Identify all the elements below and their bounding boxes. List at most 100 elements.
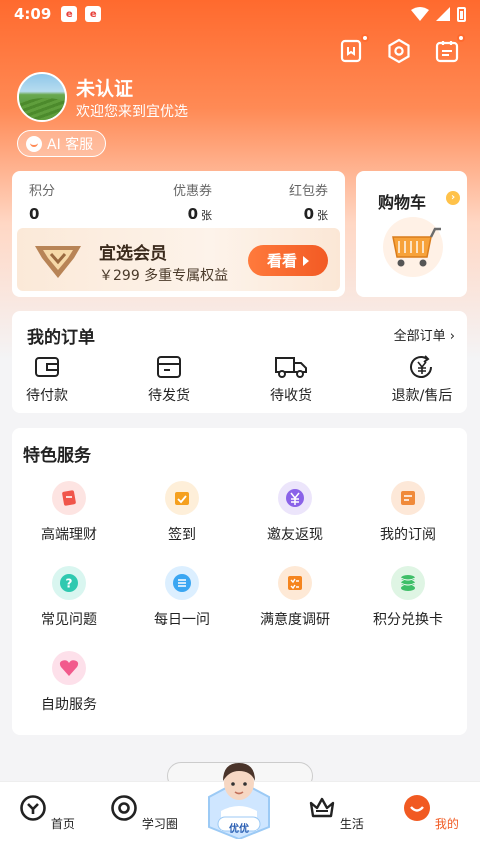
service-label: 自助服务: [41, 697, 97, 713]
profile-icon: [404, 795, 431, 821]
order-pending-payment[interactable]: 待付款: [7, 355, 87, 405]
message-icon[interactable]: [434, 34, 465, 64]
battery-icon: [457, 6, 466, 22]
signal-icon: [436, 7, 450, 21]
refund-icon: [410, 355, 432, 378]
ai-service-button[interactable]: AI 客服: [17, 130, 107, 157]
survey-icon: [278, 566, 312, 600]
chat-bubble-icon: [26, 135, 42, 152]
coupons-label: 优惠券: [172, 184, 212, 199]
order-label: 待付款: [26, 388, 68, 404]
tab-label: 首页: [50, 817, 75, 831]
service-faq[interactable]: ? 常见问题: [13, 566, 125, 629]
shopping-cart-icon: [392, 227, 441, 267]
service-daily-question[interactable]: 每日一问: [126, 566, 238, 629]
bookmark-icon[interactable]: [338, 34, 369, 64]
orders-title: 我的订单: [27, 328, 95, 348]
yen-icon: [278, 481, 312, 515]
ai-service-label: AI 客服: [47, 136, 94, 153]
order-label: 待发货: [148, 388, 190, 404]
status-time: 4:09: [14, 5, 52, 23]
points-label: 积分: [29, 184, 56, 199]
coupons-unit: 张: [201, 209, 212, 222]
member-crown-icon: [35, 246, 81, 278]
welcome-text: 欢迎您来到宜优选: [76, 104, 188, 120]
service-subscription[interactable]: 我的订阅: [352, 481, 464, 544]
service-invite[interactable]: 邀友返现: [239, 481, 351, 544]
service-label: 高端理财: [41, 527, 97, 543]
points-stat[interactable]: 积分 0: [29, 180, 55, 223]
service-self-help[interactable]: 自助服务: [13, 651, 125, 714]
package-icon: [157, 356, 181, 378]
crown-icon: [309, 797, 335, 818]
notification-icon: e: [61, 6, 78, 22]
tab-home[interactable]: 首页: [12, 794, 82, 832]
coupons-value: 0: [187, 205, 198, 223]
daily-icon: [165, 566, 199, 600]
status-bar: 4:09 e e: [0, 0, 480, 28]
red-packets-label: 红包券: [288, 184, 328, 199]
play-icon: [303, 255, 309, 266]
tab-label: 生活: [339, 817, 364, 831]
member-title: 宜选会员: [99, 244, 167, 264]
tab-life[interactable]: 生活: [301, 794, 371, 832]
services-card: 特色服务 高端理财 签到 邀友返现 我的订阅 ? 常见问题 每日一问 满意度调研…: [12, 428, 467, 735]
wifi-icon: [411, 7, 429, 21]
header-actions: [338, 34, 465, 64]
order-label: 退款/售后: [391, 388, 453, 404]
finance-icon: [52, 481, 86, 515]
service-survey[interactable]: 满意度调研: [239, 566, 351, 629]
service-checkin[interactable]: 签到: [126, 481, 238, 544]
member-desc: ￥299 多重专属权益: [99, 268, 229, 284]
coupons-stat[interactable]: 优惠券 0张: [152, 180, 212, 223]
order-label: 待收货: [270, 388, 312, 404]
tab-label: 学习圈: [141, 817, 178, 831]
service-label: 满意度调研: [260, 612, 330, 628]
coins-icon: [391, 566, 425, 600]
view-member-button[interactable]: 看看: [248, 245, 328, 276]
service-label: 我的订阅: [380, 527, 436, 543]
points-value: 0: [29, 205, 40, 223]
red-packets-stat[interactable]: 红包券 0张: [280, 180, 328, 223]
tab-mine[interactable]: 我的: [396, 794, 466, 832]
settings-icon[interactable]: [386, 38, 412, 64]
tab-learning[interactable]: 学习圈: [109, 794, 179, 832]
assets-card: 积分 0 优惠券 0张 红包券 0张 宜选会员 ￥299 多重专属权益 看看: [12, 171, 345, 297]
truck-icon: [275, 357, 307, 378]
avatar[interactable]: [17, 72, 67, 122]
home-icon: [20, 795, 46, 821]
calendar-icon: [165, 481, 199, 515]
svg-text:?: ?: [66, 577, 73, 591]
notification-icon: e: [85, 6, 102, 22]
cart-illustration: [383, 217, 443, 277]
service-label: 积分兑换卡: [373, 612, 443, 628]
chevron-right-icon: ›: [446, 191, 460, 205]
service-finance[interactable]: 高端理财: [13, 481, 125, 544]
member-banner[interactable]: 宜选会员 ￥299 多重专属权益 看看: [17, 228, 340, 291]
all-orders-link[interactable]: 全部订单 ›: [394, 325, 455, 344]
heart-icon: [52, 651, 86, 685]
order-pending-receipt[interactable]: 待收货: [251, 355, 331, 405]
order-pending-shipment[interactable]: 待发货: [129, 355, 209, 405]
subscribe-icon: [391, 481, 425, 515]
service-points-exchange[interactable]: 积分兑换卡: [352, 566, 464, 629]
order-refund[interactable]: 退款/售后: [382, 355, 462, 405]
user-name[interactable]: 未认证: [76, 74, 133, 101]
red-packets-unit: 张: [317, 209, 328, 222]
orders-card: 我的订单 全部订单 › 待付款 待发货 待收货 退款/售后: [12, 311, 467, 413]
view-member-label: 看看: [266, 252, 297, 270]
target-icon: [111, 795, 137, 821]
service-label: 签到: [168, 527, 196, 543]
wallet-icon: [35, 357, 59, 377]
service-label: 每日一问: [154, 612, 210, 628]
question-icon: ?: [52, 566, 86, 600]
tab-label: 我的: [434, 817, 459, 831]
cart-card[interactable]: 购物车 ›: [356, 171, 467, 297]
ai-assistant-button[interactable]: 优优: [203, 757, 275, 841]
assistant-label: 优优: [229, 824, 249, 835]
service-label: 邀友返现: [267, 527, 323, 543]
cart-title: 购物车: [378, 193, 427, 212]
all-orders-label: 全部订单: [393, 329, 446, 344]
red-packets-value: 0: [303, 205, 314, 223]
service-label: 常见问题: [41, 612, 97, 628]
